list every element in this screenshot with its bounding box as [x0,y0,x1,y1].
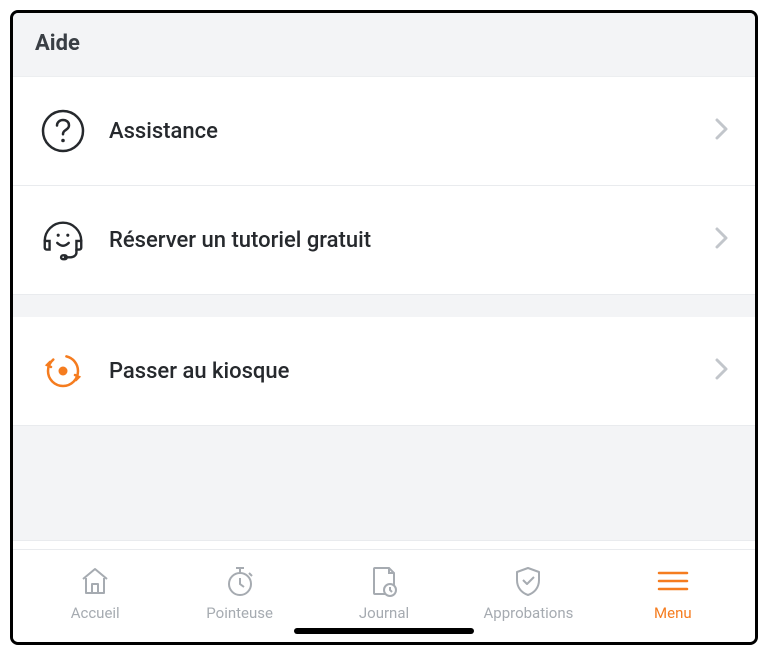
list-item-label: Passer au kiosque [109,359,693,384]
chevron-right-icon [715,227,729,253]
chevron-right-icon [715,118,729,144]
bottom-strip [13,540,755,550]
kiosk-swap-icon [39,347,87,395]
chevron-right-icon [715,358,729,384]
help-list: Assistance Rése [13,77,755,550]
list-item-label: Assistance [109,119,693,144]
tab-label: Menu [654,604,692,622]
tab-approbations[interactable]: Approbations [456,564,600,622]
section-header: Aide [13,13,755,77]
stopwatch-icon [223,564,257,598]
tab-label: Approbations [484,604,574,622]
screen-frame: Aide Assistance [10,10,758,645]
journal-clock-icon [367,564,401,598]
tab-journal[interactable]: Journal [312,564,456,622]
tab-menu[interactable]: Menu [601,564,745,622]
spacer [13,426,755,540]
tab-accueil[interactable]: Accueil [23,564,167,622]
headset-icon [39,216,87,264]
tab-label: Journal [359,604,409,622]
tab-label: Pointeuse [206,604,273,622]
tab-label: Accueil [71,604,120,622]
list-item-tutorial[interactable]: Réserver un tutoriel gratuit [13,186,755,295]
home-icon [78,564,112,598]
list-item-assistance[interactable]: Assistance [13,77,755,186]
menu-lines-icon [656,564,690,598]
home-indicator-bar [294,628,474,634]
tab-pointeuse[interactable]: Pointeuse [167,564,311,622]
tab-bar: Accueil Pointeuse [13,550,755,628]
list-item-kiosk[interactable]: Passer au kiosque [13,317,755,426]
section-gap [13,295,755,317]
list-item-label: Réserver un tutoriel gratuit [109,228,693,253]
section-title: Aide [35,31,733,56]
shield-check-icon [511,564,545,598]
home-indicator [13,628,755,642]
question-circle-icon [39,107,87,155]
